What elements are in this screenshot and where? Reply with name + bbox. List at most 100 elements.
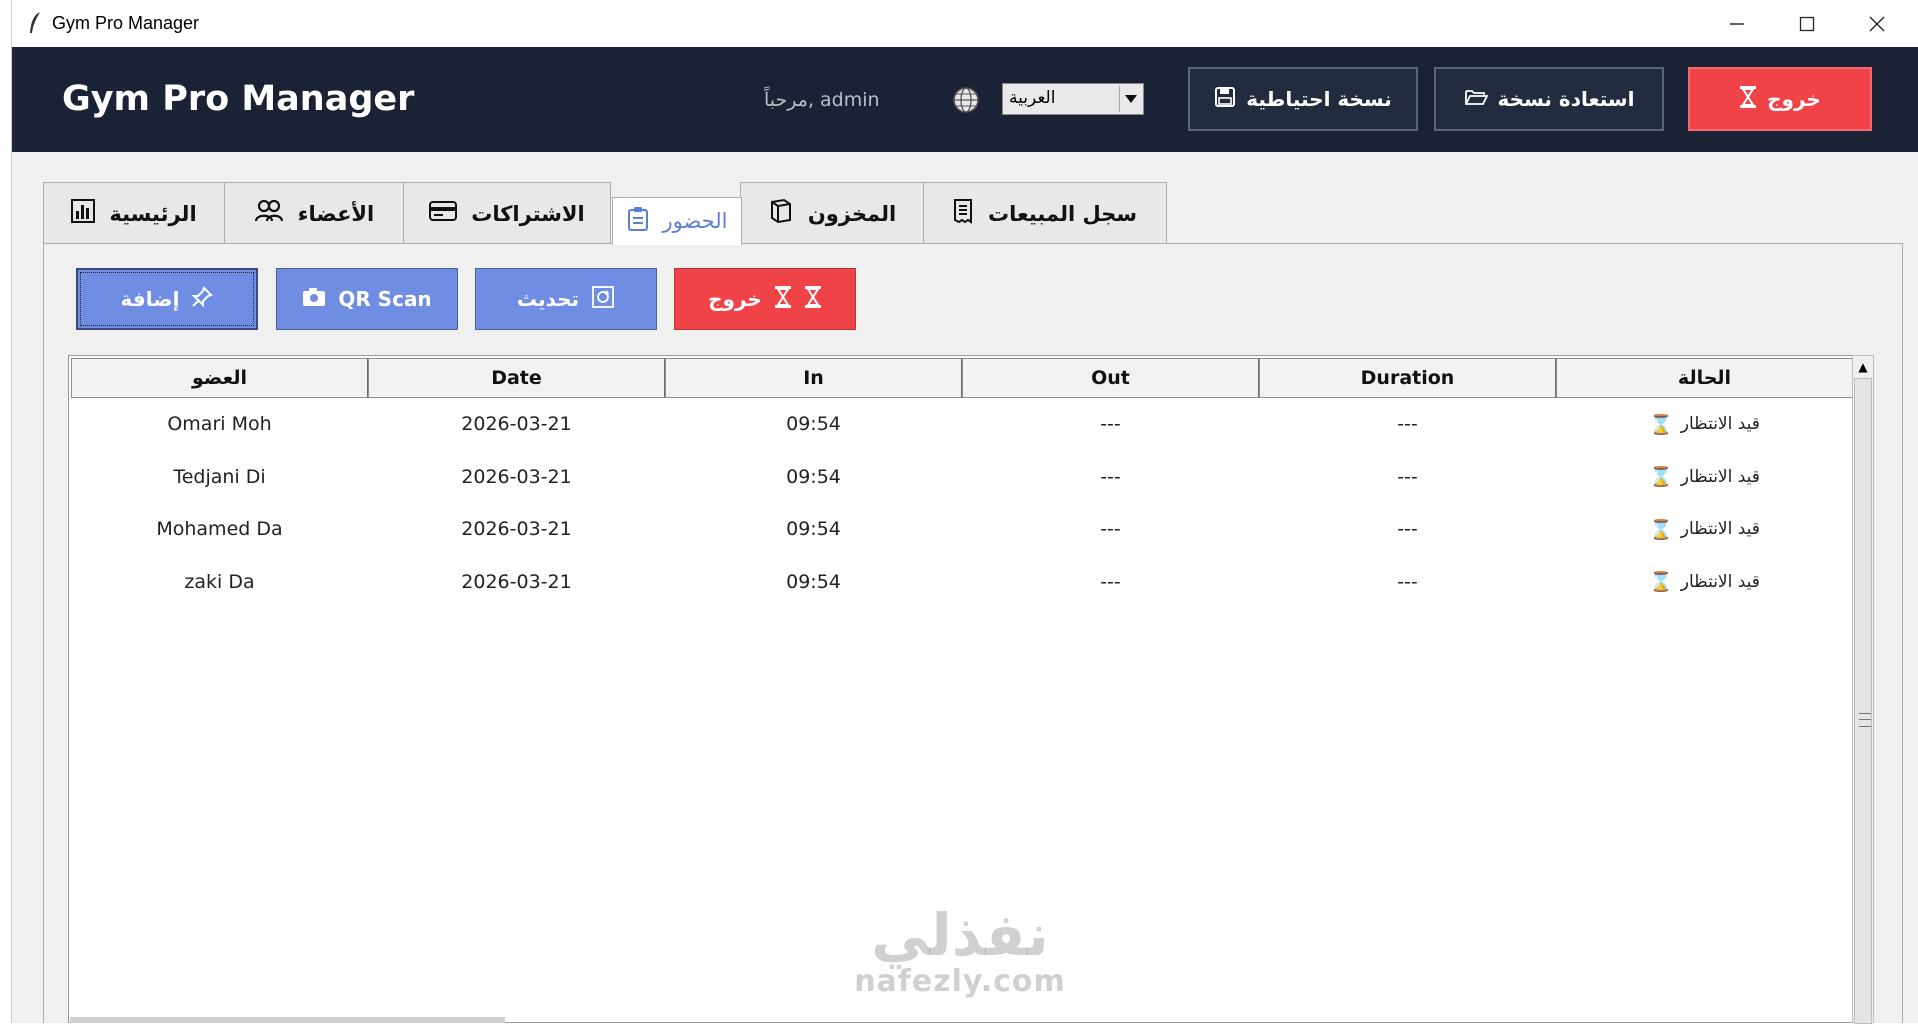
status-text: قيد الانتظار <box>1680 466 1760 487</box>
minimize-button[interactable] <box>1702 0 1772 47</box>
cell-duration: --- <box>1397 570 1418 593</box>
feather-icon <box>28 11 42 35</box>
close-button[interactable] <box>1842 0 1912 47</box>
column-header-out[interactable]: Out <box>962 358 1259 398</box>
cell-duration: --- <box>1397 465 1418 488</box>
receipt-icon <box>952 198 974 229</box>
logout-button[interactable]: خروج <box>1688 67 1872 131</box>
chevron-down-icon[interactable] <box>1119 86 1141 112</box>
watermark-latin: nafezly.com <box>854 964 1066 999</box>
hourglass-icon: ⌛ <box>1649 571 1673 594</box>
app-window: Gym Pro Manager Gym Pro Manager مرحباً, … <box>0 0 1918 1024</box>
scroll-up-arrow-icon[interactable]: ▲ <box>1853 356 1873 378</box>
cell-member: zaki Da <box>184 570 255 593</box>
restore-label: استعادة نسخة <box>1497 87 1635 111</box>
globe-icon <box>952 86 980 114</box>
scroll-thumb[interactable] <box>1854 378 1872 1024</box>
table-body: Omari Moh 2026-03-21 09:54 --- --- ⌛ قيد… <box>71 398 1853 608</box>
add-label: إضافة <box>120 287 180 311</box>
logout-label: خروج <box>1767 87 1821 111</box>
cell-status: ⌛ قيد الانتظار <box>1556 556 1853 609</box>
column-header-duration[interactable]: Duration <box>1259 358 1556 398</box>
refresh-label: تحديث <box>516 287 580 311</box>
cell-out: --- <box>1100 518 1121 541</box>
window-title: Gym Pro Manager <box>52 13 200 33</box>
desktop-edge <box>0 0 12 1023</box>
table-row[interactable]: Omari Moh 2026-03-21 09:54 --- --- ⌛ قيد… <box>71 398 1853 451</box>
camera-icon <box>302 287 326 312</box>
hourglass-icon <box>804 285 822 314</box>
tab-label: الرئيسية <box>109 201 197 226</box>
column-header-date[interactable]: Date <box>368 358 665 398</box>
backup-button[interactable]: نسخة احتياطية <box>1188 67 1418 131</box>
cell-member: Omari Moh <box>167 413 272 436</box>
hourglass-icon: ⌛ <box>1649 413 1673 436</box>
add-button[interactable]: إضافة <box>76 268 258 330</box>
cell-in: 09:54 <box>786 518 841 541</box>
users-icon <box>254 199 284 228</box>
table-header: العضو Date In Out Duration الحالة <box>71 358 1853 398</box>
column-header-member[interactable]: العضو <box>71 358 368 398</box>
pin-icon <box>191 285 214 313</box>
watermark: نفذلي nafezly.com <box>845 905 1075 999</box>
tab-subscriptions[interactable]: الاشتراكات <box>403 182 611 244</box>
restore-button[interactable]: استعادة نسخة <box>1434 67 1664 131</box>
language-select[interactable]: العربية <box>1002 83 1144 115</box>
column-header-status[interactable]: الحالة <box>1556 358 1853 398</box>
status-text: قيد الانتظار <box>1680 519 1760 540</box>
language-value: العربية <box>1009 88 1056 108</box>
status-text: قيد الانتظار <box>1680 571 1760 592</box>
horizontal-scroll-indicator[interactable] <box>70 1017 505 1023</box>
cell-status: ⌛ قيد الانتظار <box>1556 503 1853 556</box>
box-icon <box>768 198 794 229</box>
welcome-text: مرحباً, admin <box>764 89 880 111</box>
title-bar: Gym Pro Manager <box>12 0 1918 47</box>
cell-date: 2026-03-21 <box>461 518 572 541</box>
checkout-label: خروج <box>708 287 762 311</box>
refresh-button[interactable]: تحديث <box>475 268 657 330</box>
checkout-button[interactable]: خروج <box>674 268 856 330</box>
status-text: قيد الانتظار <box>1680 414 1760 435</box>
hourglass-icon <box>774 285 792 314</box>
tab-home[interactable]: الرئيسية <box>43 182 225 244</box>
cell-date: 2026-03-21 <box>461 570 572 593</box>
scroll-grip-icon <box>1859 713 1871 727</box>
hourglass-icon <box>1739 85 1757 114</box>
tab-label: الاشتراكات <box>471 201 585 226</box>
cell-in: 09:54 <box>786 570 841 593</box>
cell-out: --- <box>1100 570 1121 593</box>
chart-icon <box>71 199 96 228</box>
cell-in: 09:54 <box>786 465 841 488</box>
hourglass-icon: ⌛ <box>1649 466 1673 489</box>
tab-members[interactable]: الأعضاء <box>224 182 404 244</box>
app-header: Gym Pro Manager مرحباً, admin العربية نس… <box>12 47 1918 152</box>
hourglass-icon: ⌛ <box>1649 518 1673 541</box>
cell-date: 2026-03-21 <box>461 465 572 488</box>
watermark-arabic: نفذلي <box>871 901 1049 969</box>
tab-label: سجل المبيعات <box>988 201 1137 226</box>
card-icon <box>429 201 458 226</box>
tab-label: الأعضاء <box>297 201 375 226</box>
table-row[interactable]: zaki Da 2026-03-21 09:54 --- --- ⌛ قيد ا… <box>71 556 1853 609</box>
cell-duration: --- <box>1397 413 1418 436</box>
column-header-in[interactable]: In <box>665 358 962 398</box>
cell-out: --- <box>1100 413 1121 436</box>
vertical-scrollbar[interactable]: ▲ <box>1852 355 1874 1024</box>
cell-status: ⌛ قيد الانتظار <box>1556 398 1853 451</box>
tab-attendance[interactable]: الحضور <box>612 197 742 245</box>
cell-date: 2026-03-21 <box>461 413 572 436</box>
maximize-button[interactable] <box>1772 0 1842 47</box>
tab-inventory[interactable]: المخزون <box>740 182 924 244</box>
qr-scan-label: QR Scan <box>338 287 432 311</box>
refresh-icon <box>591 285 615 314</box>
qr-scan-button[interactable]: QR Scan <box>276 268 458 330</box>
cell-out: --- <box>1100 465 1121 488</box>
table-row[interactable]: Tedjani Di 2026-03-21 09:54 --- --- ⌛ قي… <box>71 451 1853 504</box>
folder-open-icon <box>1464 87 1488 112</box>
table-row[interactable]: Mohamed Da 2026-03-21 09:54 --- --- ⌛ قي… <box>71 503 1853 556</box>
brand-title: Gym Pro Manager <box>62 79 415 119</box>
cell-duration: --- <box>1397 518 1418 541</box>
backup-label: نسخة احتياطية <box>1246 87 1392 111</box>
cell-member: Tedjani Di <box>173 465 266 488</box>
tab-sales-log[interactable]: سجل المبيعات <box>922 182 1167 244</box>
